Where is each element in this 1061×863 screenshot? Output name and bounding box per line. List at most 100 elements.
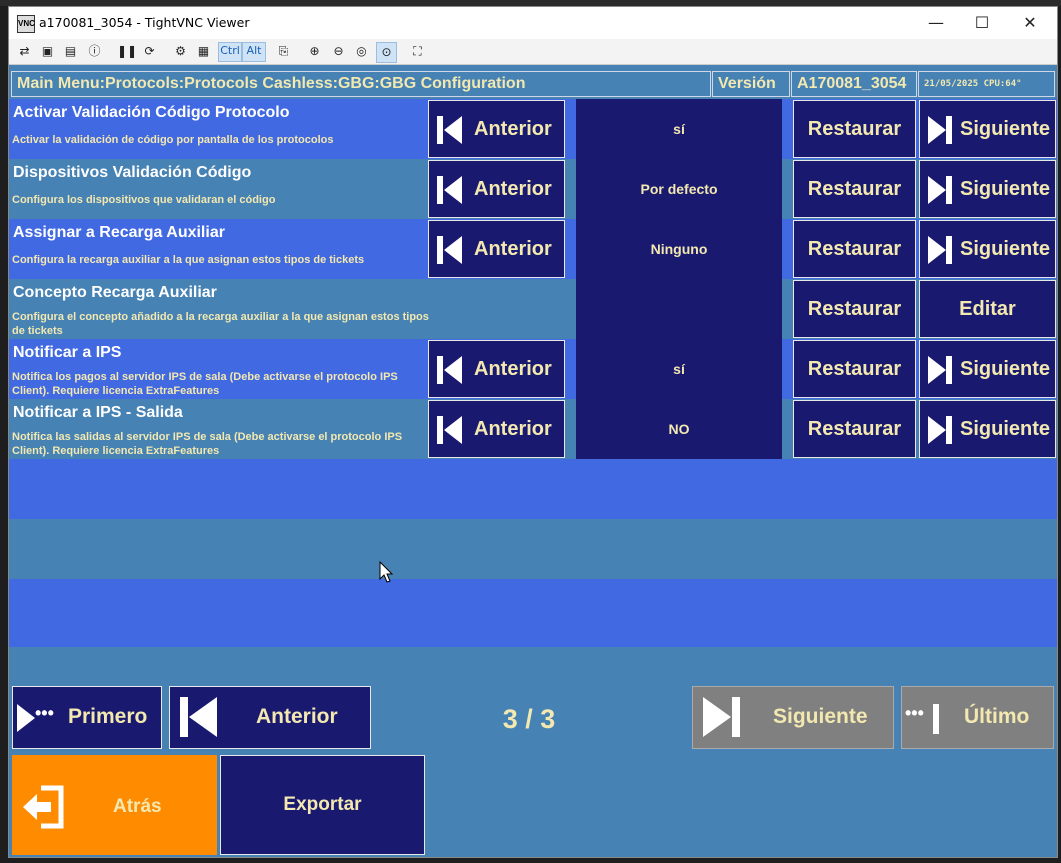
setting-label: Dispositivos Validación Código Configura…	[9, 159, 427, 219]
restore-button[interactable]: Restaurar	[793, 220, 916, 278]
setting-value: sí	[576, 339, 782, 399]
setting-label: Notificar a IPS Notifica los pagos al se…	[9, 339, 427, 399]
setting-value: Ninguno	[576, 219, 782, 279]
last-page-button[interactable]: ••• Último	[901, 686, 1054, 749]
win-key-icon[interactable]: ▦	[194, 42, 213, 61]
button-label: Anterior	[474, 118, 552, 140]
button-label: Anterior	[474, 418, 552, 440]
next-option-button[interactable]: Siguiente	[919, 100, 1056, 158]
button-label: Último	[964, 705, 1030, 728]
button-label: Anterior	[474, 238, 552, 260]
window-title: a170081_3054 - TightVNC Viewer	[39, 15, 250, 30]
button-label: Siguiente	[960, 178, 1051, 200]
ctrl-key-button[interactable]: Ctrl	[218, 42, 242, 62]
previous-option-button[interactable]: Anterior	[428, 400, 565, 458]
button-label: Anterior	[474, 358, 552, 380]
skip-back-icon	[437, 236, 443, 264]
vnc-viewer-window: VNC a170081_3054 - TightVNC Viewer — ☐ ✕…	[8, 6, 1058, 858]
previous-option-button[interactable]: Anterior	[428, 160, 565, 218]
title-bar[interactable]: VNC a170081_3054 - TightVNC Viewer — ☐ ✕	[9, 7, 1057, 39]
setting-value	[576, 279, 782, 339]
button-label: Siguiente	[960, 118, 1051, 140]
setting-description: Notifica los pagos al servidor IPS de sa…	[12, 371, 398, 397]
close-button[interactable]: ✕	[1007, 7, 1053, 39]
breadcrumb: Main Menu:Protocols:Protocols Cashless:G…	[11, 71, 711, 97]
skip-back-icon	[437, 116, 443, 144]
pause-icon[interactable]: ❚❚	[117, 42, 137, 61]
edit-button[interactable]: Editar	[919, 280, 1056, 338]
mouse-cursor-icon	[379, 561, 394, 583]
status-cpu: 21/05/2025 CPU:64°	[918, 71, 1055, 97]
first-page-button[interactable]: ••• Primero	[12, 686, 162, 749]
setting-label: Assignar a Recarga Auxiliar Configura la…	[9, 219, 427, 279]
empty-row	[9, 519, 1057, 579]
version-label: Versión	[712, 71, 790, 97]
setting-title: Concepto Recarga Auxiliar	[13, 284, 217, 301]
button-label: Anterior	[256, 705, 338, 728]
save-icon[interactable]: ▣	[38, 42, 57, 61]
next-option-button[interactable]: Siguiente	[919, 400, 1056, 458]
skip-forward-icon	[928, 236, 946, 264]
ctrl-alt-del-icon[interactable]: ⚙	[171, 42, 190, 61]
vnc-toolbar: ⇄ ▣ ▤ ⓘ ❚❚ ⟳ ⚙ ▦ Ctrl Alt ⎘ ⊕ ⊖ ◎ ⊙ ⛶	[9, 39, 1057, 65]
setting-title: Notificar a IPS - Salida	[13, 404, 183, 421]
setting-description: Notifica las salidas al servidor IPS de …	[12, 431, 403, 457]
setting-value: Por defecto	[576, 159, 782, 219]
export-button[interactable]: Exportar	[220, 755, 425, 855]
fullscreen-icon[interactable]: ⛶	[408, 42, 427, 61]
last-icon: •••	[905, 703, 924, 723]
setting-row: Notificar a IPS - Salida Notifica las sa…	[9, 399, 1057, 459]
alt-key-button[interactable]: Alt	[242, 42, 266, 62]
clipboard-icon[interactable]: ⎘	[274, 42, 293, 61]
button-label: Atrás	[113, 796, 162, 817]
previous-page-button[interactable]: Anterior	[169, 686, 371, 749]
setting-description: Activar la validación de código por pant…	[12, 134, 334, 146]
skip-back-icon	[437, 356, 443, 384]
maximize-button[interactable]: ☐	[959, 7, 1005, 39]
previous-option-button[interactable]: Anterior	[428, 220, 565, 278]
new-connection-icon[interactable]: ⇄	[15, 42, 34, 61]
options-icon[interactable]: ▤	[61, 42, 80, 61]
zoom-100-icon[interactable]: ◎	[352, 42, 371, 61]
zoom-in-icon[interactable]: ⊕	[305, 42, 324, 61]
setting-title: Dispositivos Validación Código	[13, 164, 252, 181]
next-option-button[interactable]: Siguiente	[919, 220, 1056, 278]
empty-row	[9, 579, 1057, 647]
exit-icon	[23, 785, 64, 829]
button-label: Siguiente	[773, 705, 868, 728]
minimize-button[interactable]: —	[913, 7, 959, 39]
skip-back-icon	[437, 176, 443, 204]
info-icon[interactable]: ⓘ	[85, 42, 104, 61]
button-label: Primero	[68, 705, 148, 728]
setting-value: sí	[576, 99, 782, 159]
next-option-button[interactable]: Siguiente	[919, 160, 1056, 218]
next-option-button[interactable]: Siguiente	[919, 340, 1056, 398]
skip-forward-icon	[928, 116, 946, 144]
first-icon	[17, 704, 35, 732]
skip-forward-icon	[928, 416, 946, 444]
back-button[interactable]: Atrás	[12, 755, 217, 855]
setting-row: Assignar a Recarga Auxiliar Configura la…	[9, 219, 1057, 279]
page-indicator: 3 / 3	[502, 704, 556, 734]
restore-button[interactable]: Restaurar	[793, 400, 916, 458]
restore-button[interactable]: Restaurar	[793, 280, 916, 338]
zoom-out-icon[interactable]: ⊖	[329, 42, 348, 61]
previous-option-button[interactable]: Anterior	[428, 340, 565, 398]
setting-row: Concepto Recarga Auxiliar Configura el c…	[9, 279, 1057, 339]
setting-description: Configura la recarga auxiliar a la que a…	[12, 254, 365, 266]
refresh-icon[interactable]: ⟳	[140, 42, 159, 61]
setting-value: NO	[576, 399, 782, 459]
zoom-fit-icon[interactable]: ⊙	[376, 42, 397, 63]
restore-button[interactable]: Restaurar	[793, 160, 916, 218]
empty-row	[9, 459, 1057, 519]
setting-row: Notificar a IPS Notifica los pagos al se…	[9, 339, 1057, 399]
setting-label: Concepto Recarga Auxiliar Configura el c…	[9, 279, 429, 339]
header-bar: Main Menu:Protocols:Protocols Cashless:G…	[11, 71, 1055, 97]
button-label: Anterior	[474, 178, 552, 200]
previous-option-button[interactable]: Anterior	[428, 100, 565, 158]
restore-button[interactable]: Restaurar	[793, 340, 916, 398]
setting-row: Dispositivos Validación Código Configura…	[9, 159, 1057, 219]
restore-button[interactable]: Restaurar	[793, 100, 916, 158]
next-page-button[interactable]: Siguiente	[692, 686, 894, 749]
setting-title: Notificar a IPS	[13, 344, 122, 361]
